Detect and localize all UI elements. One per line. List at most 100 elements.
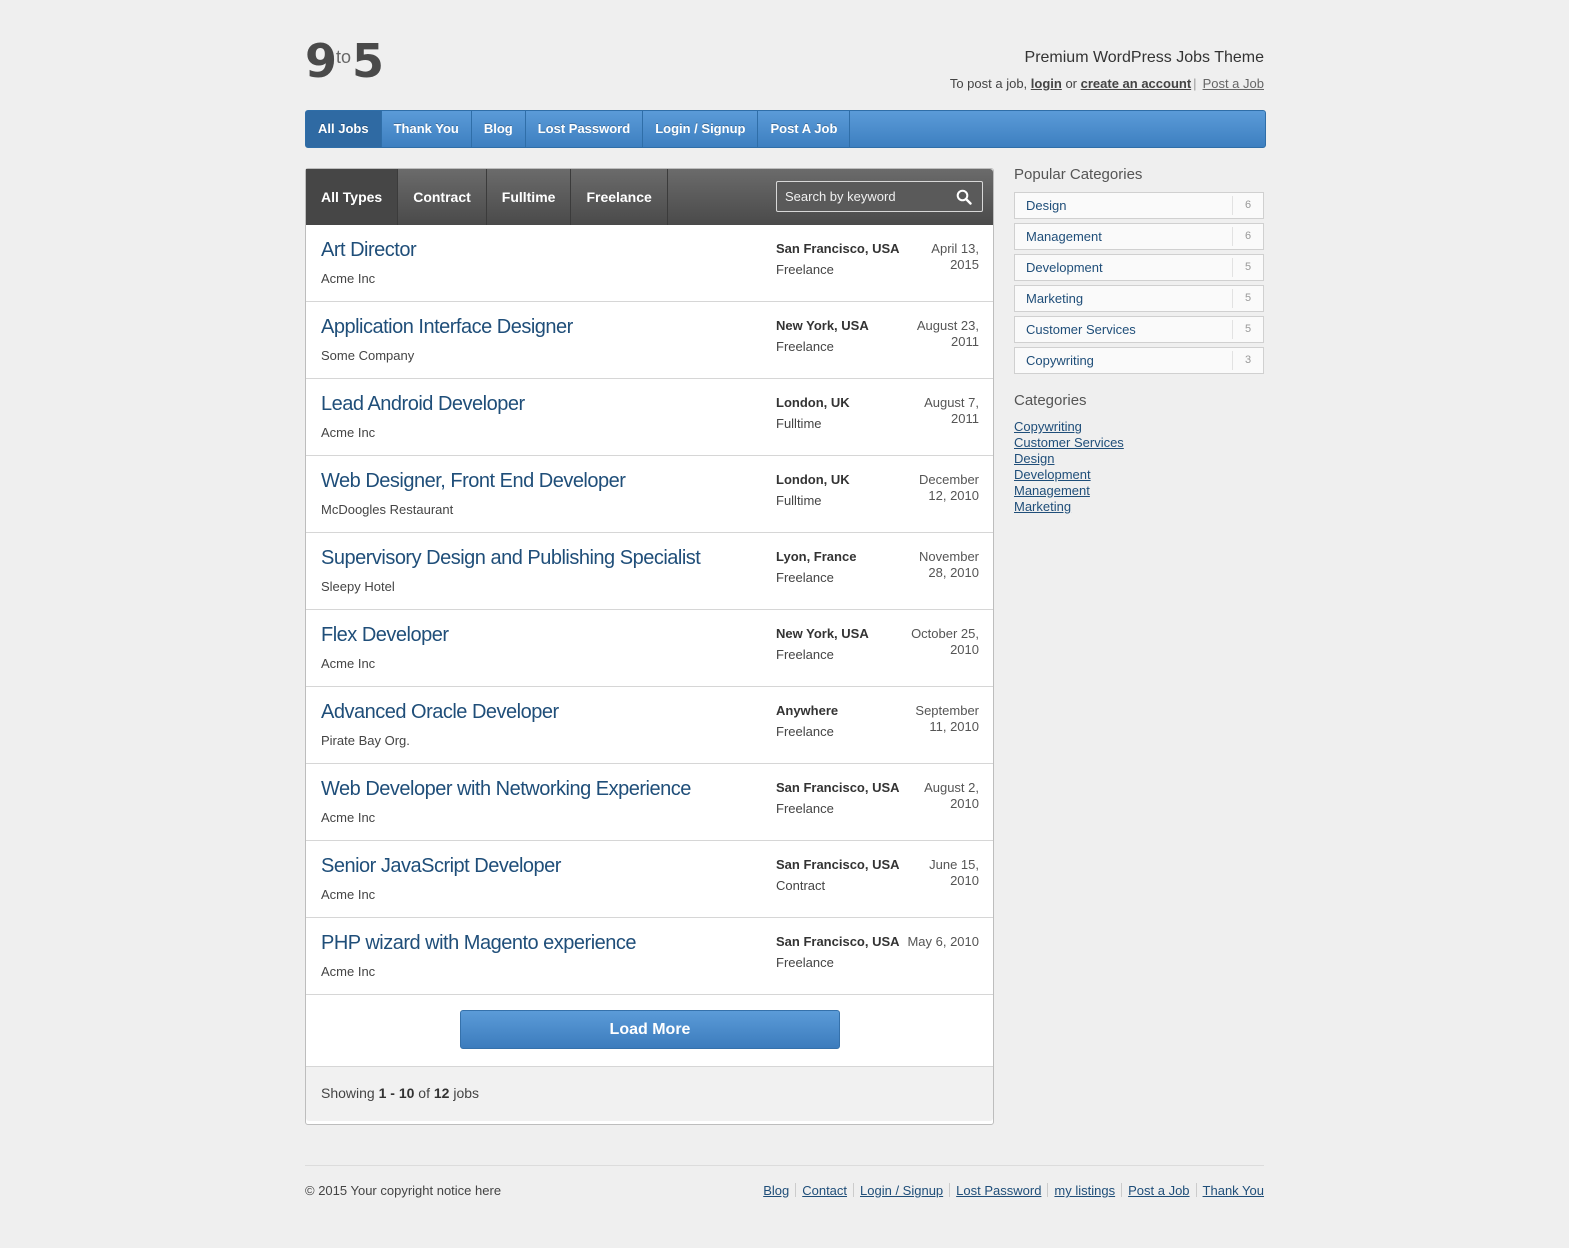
job-row[interactable]: Lead Android Developer Acme Inc London, … — [306, 379, 993, 456]
main-nav: All Jobs Thank You Blog Lost Password Lo… — [305, 110, 1266, 148]
job-type: Fulltime — [776, 416, 822, 431]
footer-divider — [795, 1183, 797, 1197]
footer-link-login-signup[interactable]: Login / Signup — [860, 1183, 943, 1198]
filter-fulltime[interactable]: Fulltime — [487, 169, 572, 225]
footer-divider — [949, 1183, 951, 1197]
filter-contract[interactable]: Contract — [398, 169, 487, 225]
job-row[interactable]: Advanced Oracle Developer Pirate Bay Org… — [306, 687, 993, 764]
footer-link-blog[interactable]: Blog — [763, 1183, 789, 1198]
job-title-link[interactable]: Application Interface Designer — [321, 316, 573, 339]
footer-link-my-listings[interactable]: my listings — [1054, 1183, 1115, 1198]
login-link[interactable]: login — [1031, 76, 1062, 91]
popular-category-customer-services[interactable]: Customer Services 5 — [1014, 316, 1264, 343]
job-title-link[interactable]: PHP wizard with Magento experience — [321, 932, 637, 955]
category-link-marketing[interactable]: Marketing — [1014, 499, 1264, 515]
popular-category-copywriting[interactable]: Copywriting 3 — [1014, 347, 1264, 374]
job-title-link[interactable]: Web Developer with Networking Experience — [321, 778, 691, 801]
footer-divider — [1195, 1183, 1197, 1197]
footer-divider — [1047, 1183, 1049, 1197]
category-link-copywriting[interactable]: Copywriting — [1014, 419, 1264, 435]
job-row[interactable]: PHP wizard with Magento experience Acme … — [306, 918, 993, 995]
job-row[interactable]: Senior JavaScript Developer Acme Inc San… — [306, 841, 993, 918]
search-icon[interactable] — [956, 189, 972, 205]
footer-link-lost-password[interactable]: Lost Password — [956, 1183, 1041, 1198]
job-date: September 11, 2010 — [915, 703, 979, 734]
nav-post-a-job[interactable]: Post A Job — [758, 111, 851, 147]
job-title-link[interactable]: Lead Android Developer — [321, 393, 525, 416]
popular-categories-heading: Popular Categories — [1014, 166, 1143, 183]
job-type: Freelance — [776, 724, 834, 739]
nav-thank-you[interactable]: Thank You — [382, 111, 472, 147]
popular-category-marketing[interactable]: Marketing 5 — [1014, 285, 1264, 312]
logo-to: to — [336, 47, 352, 67]
filter-all-types[interactable]: All Types — [306, 169, 399, 225]
load-more-area: Load More — [306, 995, 993, 1067]
results-total: 12 — [433, 1085, 450, 1101]
nav-lost-password[interactable]: Lost Password — [526, 111, 644, 147]
job-company: Pirate Bay Org. — [321, 733, 410, 748]
category-link-design[interactable]: Design — [1014, 451, 1264, 467]
job-date: October 25, 2010 — [911, 626, 979, 657]
footer-link-contact[interactable]: Contact — [802, 1183, 847, 1198]
job-row[interactable]: Application Interface Designer Some Comp… — [306, 302, 993, 379]
popular-category-development[interactable]: Development 5 — [1014, 254, 1264, 281]
post-a-job-link[interactable]: Post a Job — [1203, 76, 1264, 91]
sidebar: Popular Categories Design 6 Management 6 D… — [1014, 166, 1264, 515]
job-type: Freelance — [776, 955, 834, 970]
job-company: Acme Inc — [321, 964, 376, 979]
job-title-link[interactable]: Supervisory Design and Publishing Specia… — [321, 547, 701, 570]
category-link-customer-services[interactable]: Customer Services — [1014, 435, 1264, 451]
footer-link-post-a-job[interactable]: Post a Job — [1128, 1183, 1189, 1198]
footer-links: Blog Contact Login / Signup Lost Password my… — [763, 1183, 1264, 1198]
site-logo[interactable]: 9to5 — [305, 38, 384, 84]
footer-link-thank-you[interactable]: Thank You — [1203, 1183, 1264, 1198]
job-type: Contract — [776, 878, 826, 893]
job-row[interactable]: Flex Developer Acme Inc New York, USA Fr… — [306, 610, 993, 687]
job-row[interactable]: Supervisory Design and Publishing Specia… — [306, 533, 993, 610]
job-company: Acme Inc — [321, 271, 376, 286]
job-listings-panel: All Types Contract Fulltime Freelance Ar… — [305, 168, 994, 1125]
job-location: New York, USA — [776, 626, 869, 641]
job-company: McDoogles Restaurant — [321, 502, 454, 517]
job-company: Acme Inc — [321, 810, 376, 825]
nav-blog[interactable]: Blog — [472, 111, 526, 147]
post-job-prompt: To post a job, login or create an accoun… — [949, 76, 1264, 91]
job-type: Freelance — [776, 262, 834, 277]
job-location: New York, USA — [776, 318, 869, 333]
job-location: San Francisco, USA — [776, 934, 900, 949]
job-company: Acme Inc — [321, 887, 376, 902]
job-row[interactable]: Art Director Acme Inc San Francisco, USA… — [306, 225, 993, 302]
category-count: 5 — [1232, 289, 1263, 308]
job-company: Some Company — [321, 348, 415, 363]
job-location: San Francisco, USA — [776, 857, 900, 872]
job-date: April 13, 2015 — [931, 241, 979, 272]
job-date: December 12, 2010 — [919, 472, 979, 503]
job-title-link[interactable]: Web Designer, Front End Developer — [321, 470, 626, 493]
popular-category-management[interactable]: Management 6 — [1014, 223, 1264, 250]
job-title-link[interactable]: Art Director — [321, 239, 417, 262]
filter-freelance[interactable]: Freelance — [571, 169, 668, 225]
job-type: Fulltime — [776, 493, 822, 508]
job-title-link[interactable]: Senior JavaScript Developer — [321, 855, 561, 878]
job-title-link[interactable]: Flex Developer — [321, 624, 449, 647]
load-more-button[interactable]: Load More — [460, 1010, 840, 1049]
job-list: Art Director Acme Inc San Francisco, USA… — [306, 225, 993, 995]
job-location: San Francisco, USA — [776, 780, 900, 795]
job-title-link[interactable]: Advanced Oracle Developer — [321, 701, 559, 724]
job-row[interactable]: Web Developer with Networking Experience… — [306, 764, 993, 841]
popular-category-design[interactable]: Design 6 — [1014, 192, 1264, 219]
footer-divider — [853, 1183, 855, 1197]
create-account-link[interactable]: create an account — [1081, 76, 1192, 91]
category-count: 3 — [1232, 351, 1263, 370]
job-row[interactable]: Web Designer, Front End Developer McDoog… — [306, 456, 993, 533]
job-location: Lyon, France — [776, 549, 857, 564]
copyright-notice: © 2015 Your copyright notice here — [305, 1183, 502, 1198]
job-location: London, UK — [776, 472, 850, 487]
nav-all-jobs[interactable]: All Jobs — [306, 111, 382, 147]
search-input[interactable] — [777, 182, 963, 211]
category-link-development[interactable]: Development — [1014, 467, 1264, 483]
category-link-management[interactable]: Management — [1014, 483, 1264, 499]
logo-digit-5: 5 — [352, 34, 384, 88]
nav-login-signup[interactable]: Login / Signup — [643, 111, 759, 147]
footer: © 2015 Your copyright notice here Blog Co… — [305, 1165, 1264, 1198]
